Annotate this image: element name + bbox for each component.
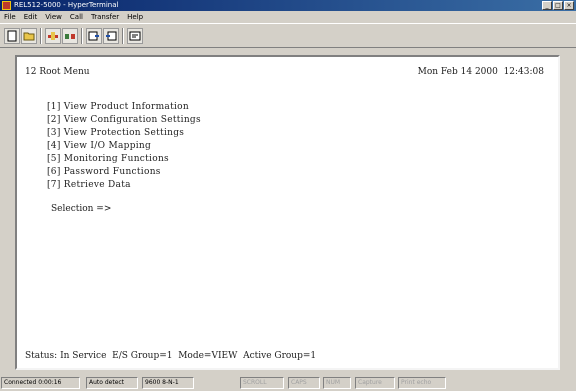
menu-title: 12 Root Menu — [25, 67, 90, 77]
menu-call[interactable]: Call — [66, 11, 87, 23]
hyperterminal-icon[interactable] — [2, 1, 11, 10]
terminal-status-line: Status: In Service E/S Group=1 Mode=VIEW… — [25, 351, 317, 361]
menu-edit[interactable]: Edit — [20, 11, 42, 23]
open-button[interactable] — [21, 28, 37, 44]
open-icon — [23, 32, 35, 41]
toolbar-separator — [81, 28, 83, 44]
menu-option-5: [5] Monitoring Functions — [47, 154, 169, 164]
menu-file[interactable]: File — [0, 11, 20, 23]
date-time: Mon Feb 14 2000 12:43:08 — [417, 67, 544, 77]
receive-button[interactable] — [103, 28, 119, 44]
window-controls: _ □ × — [542, 1, 574, 10]
status-caps: CAPS — [288, 377, 320, 389]
menu-option-7: [7] Retrieve Data — [47, 180, 131, 190]
minimize-button[interactable]: _ — [542, 1, 552, 10]
close-button[interactable]: × — [564, 1, 574, 10]
title-bar[interactable]: REL512-5000 - HyperTerminal _ □ × — [0, 0, 576, 11]
status-print-echo: Print echo — [398, 377, 446, 389]
menu-option-6: [6] Password Functions — [47, 167, 161, 177]
status-capture: Capture — [355, 377, 395, 389]
status-baud: 9600 8-N-1 — [142, 377, 194, 389]
menu-bar: File Edit View Call Transfer Help — [0, 11, 576, 23]
status-connected: Connected 0:00:16 — [1, 377, 80, 389]
menu-help[interactable]: Help — [123, 11, 147, 23]
terminal-screen[interactable]: 12 Root Menu Mon Feb 14 2000 12:43:08 [1… — [15, 55, 560, 370]
disconnect-button[interactable] — [62, 28, 78, 44]
menu-view[interactable]: View — [41, 11, 66, 23]
window-title: REL512-5000 - HyperTerminal — [14, 1, 119, 9]
send-icon — [88, 31, 99, 41]
connect-icon — [48, 32, 58, 40]
disconnect-icon — [65, 34, 75, 39]
status-scroll: SCROLL — [240, 377, 284, 389]
properties-button[interactable] — [127, 28, 143, 44]
status-bar: Connected 0:00:16 Auto detect 9600 8-N-1… — [0, 376, 576, 391]
menu-option-1: [1] View Product Information — [47, 102, 189, 112]
new-connection-icon — [7, 30, 17, 42]
menu-option-4: [4] View I/O Mapping — [47, 141, 152, 151]
menu-option-3: [3] View Protection Settings — [47, 128, 185, 138]
status-num: NUM — [323, 377, 351, 389]
toolbar — [0, 23, 576, 48]
menu-option-2: [2] View Configuration Settings — [47, 115, 201, 125]
maximize-button[interactable]: □ — [553, 1, 563, 10]
status-detect: Auto detect — [86, 377, 138, 389]
send-button[interactable] — [86, 28, 102, 44]
connect-button[interactable] — [45, 28, 61, 44]
toolbar-separator — [122, 28, 124, 44]
toolbar-separator — [40, 28, 42, 44]
hyperterminal-window: REL512-5000 - HyperTerminal _ □ × File E… — [0, 0, 576, 391]
properties-icon — [129, 31, 141, 41]
new-connection-button[interactable] — [4, 28, 20, 44]
receive-icon — [106, 31, 117, 41]
selection-prompt: Selection => — [51, 204, 112, 214]
menu-transfer[interactable]: Transfer — [87, 11, 123, 23]
